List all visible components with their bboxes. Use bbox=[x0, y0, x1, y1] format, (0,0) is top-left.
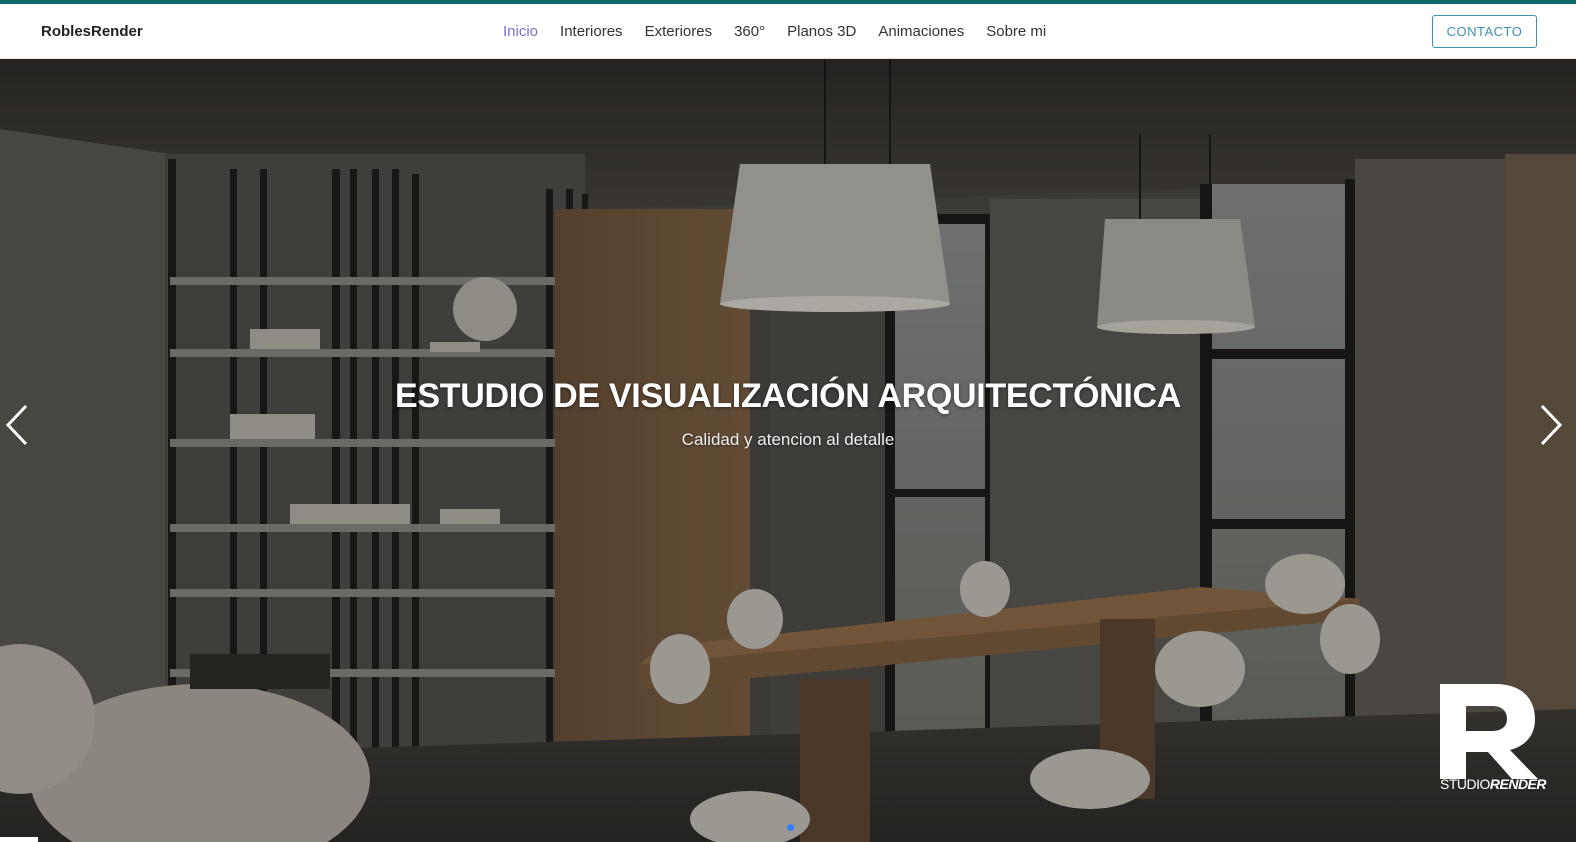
logo-r-mark bbox=[1440, 684, 1538, 779]
hero-carousel: ESTUDIO DE VISUALIZACIÓN ARQUITECTÓNICA … bbox=[0, 59, 1576, 842]
nav-link-sobre-mi[interactable]: Sobre mi bbox=[986, 4, 1046, 59]
nav-link-planos-3d[interactable]: Planos 3D bbox=[787, 4, 856, 59]
logo-wordmark: STUDIORENDER bbox=[1440, 776, 1547, 792]
chevron-right-icon bbox=[1540, 404, 1563, 446]
studio-render-logo: STUDIORENDER bbox=[1440, 684, 1550, 794]
chevron-left-icon bbox=[5, 404, 28, 446]
navbar: RoblesRender Inicio Interiores Exteriore… bbox=[0, 4, 1576, 59]
logo-render-text: RENDER bbox=[1489, 776, 1547, 792]
hero-overlay bbox=[0, 59, 1576, 842]
carousel-indicator-1[interactable] bbox=[787, 824, 794, 831]
nav-link-inicio[interactable]: Inicio bbox=[503, 4, 538, 59]
carousel-prev-button[interactable] bbox=[0, 400, 40, 450]
nav-link-interiores[interactable]: Interiores bbox=[560, 4, 623, 59]
carousel-next-button[interactable] bbox=[1536, 400, 1576, 450]
hero-subtitle: Calidad y atencion al detalle bbox=[681, 430, 895, 449]
nav-links: Inicio Interiores Exteriores 360° Planos… bbox=[503, 4, 1068, 59]
nav-link-animaciones[interactable]: Animaciones bbox=[878, 4, 964, 59]
nav-link-360[interactable]: 360° bbox=[734, 4, 765, 59]
hero-title: ESTUDIO DE VISUALIZACIÓN ARQUITECTÓNICA bbox=[394, 377, 1182, 415]
logo-studio-text: STUDIO bbox=[1440, 776, 1490, 792]
brand-logo[interactable]: RoblesRender bbox=[41, 4, 143, 59]
nav-link-exteriores[interactable]: Exteriores bbox=[645, 4, 713, 59]
corner-strip bbox=[0, 837, 38, 842]
contact-button[interactable]: CONTACTO bbox=[1432, 15, 1537, 48]
carousel-indicators bbox=[784, 824, 797, 831]
